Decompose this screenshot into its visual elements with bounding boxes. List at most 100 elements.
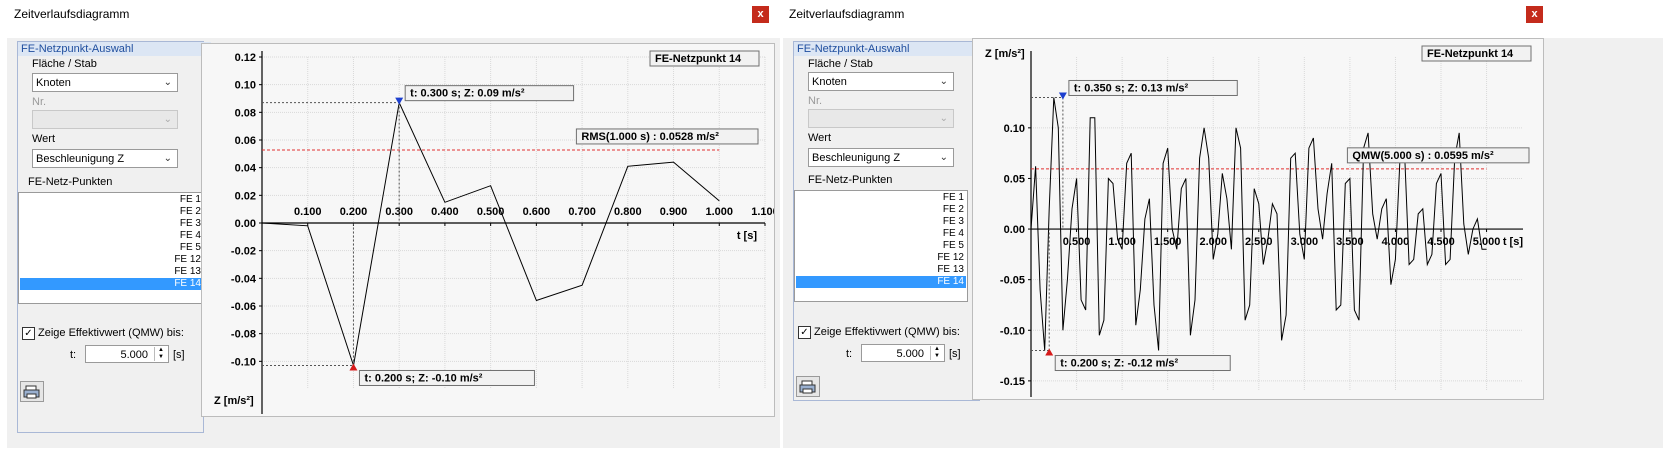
flaeche-value: Knoten (36, 77, 71, 89)
chart-title: FE-Netzpunkt 14 (1427, 48, 1514, 60)
y-tick-label: -0.10 (231, 356, 256, 368)
t-spinner[interactable]: 5.000 ▲ ▼ (85, 345, 169, 363)
list-item[interactable]: FE 12 (174, 254, 201, 266)
list-item[interactable]: FE 2 (943, 204, 964, 216)
selection-panel: FE-Netzpunkt-Auswahl Fläche / Stab Knote… (793, 41, 980, 401)
max-marker (395, 97, 404, 105)
y-tick-label: 0.06 (235, 135, 256, 147)
t-label: t: (70, 349, 77, 361)
effektivwert-checkbox[interactable]: ✓ (798, 326, 811, 339)
wert-label: Wert (32, 133, 56, 145)
t-spinner[interactable]: 5.000 ▲ ▼ (861, 344, 945, 362)
reference-line-label: RMS(1.000 s) : 0.0528 m/s² (581, 131, 719, 143)
t-unit: [s] (949, 348, 961, 360)
printer-icon (23, 385, 40, 399)
list-item[interactable]: FE 13 (174, 266, 201, 278)
wert-select[interactable]: Beschleunigung Z ⌄ (32, 149, 178, 168)
x-tick-label: 5.000 (1473, 236, 1501, 248)
fe-point-list[interactable]: FE 1 FE 2 FE 3 FE 4 FE 5 FE 12 FE 13 FE … (794, 190, 968, 302)
print-button[interactable] (796, 376, 820, 397)
list-item[interactable]: FE 2 (180, 206, 201, 218)
window-1: Zeitverlaufsdiagramm x FE-Netzpunkt-Ausw… (0, 0, 827, 456)
nr-select: ⌄ (808, 109, 954, 128)
y-tick-label: 0.00 (235, 218, 256, 230)
list-item[interactable]: FE 1 (180, 194, 201, 206)
printer-icon (799, 380, 816, 394)
list-item[interactable]: FE 3 (943, 216, 964, 228)
t-value: 5.000 (896, 348, 924, 360)
x-tick-label: 3.000 (1291, 236, 1319, 248)
time-history-chart[interactable]: 0.100.050.00-0.05-0.10-0.150.500 1.000 1.5… (973, 39, 1543, 399)
list-item[interactable]: FE 5 (180, 242, 201, 254)
y-tick-label: -0.06 (231, 301, 256, 313)
chart-area[interactable]: 0.12 0.10 0.08 0.06 0.04 0.02 0.00 -0.02 -0.04 -0… (201, 43, 779, 417)
spin-buttons[interactable]: ▲ ▼ (154, 347, 167, 361)
max-marker-label: t: 0.300 s; Z: 0.09 m/s² (410, 88, 525, 100)
x-tick-label: 0.200 (340, 206, 368, 218)
chevron-down-icon: ⌄ (939, 76, 948, 87)
chart-area[interactable]: 0.10 0.05 0.00 -0.05 -0.10 -0.15 0.500 1.000 1.5… (972, 38, 1544, 400)
chevron-down-icon: ⌄ (939, 113, 948, 124)
list-item[interactable]: FE 4 (180, 230, 201, 242)
y-tick-label: 0.10 (235, 80, 256, 92)
window-body: FE-Netzpunkt-Auswahl Fläche / Stab Knote… (7, 38, 827, 448)
y-tick-label: 0.04 (235, 163, 257, 175)
list-item-selected[interactable]: FE 14 (174, 278, 201, 290)
close-button[interactable]: x (1526, 6, 1543, 23)
min-marker-label: t: 0.200 s; Z: -0.10 m/s² (364, 372, 482, 384)
list-item[interactable]: FE 3 (180, 218, 201, 230)
fe-point-list[interactable]: FE 1 FE 2 FE 3 FE 4 FE 5 FE 12 FE 13 FE … (18, 192, 205, 304)
x-axis-title: t [s] (737, 230, 758, 242)
min-marker (349, 363, 358, 371)
y-tick-label: -0.05 (1000, 275, 1025, 287)
x-tick-label: 0.600 (523, 206, 551, 218)
wert-label: Wert (808, 132, 832, 144)
list-item[interactable]: FE 13 (937, 264, 964, 276)
x-tick-label: 1.000 (706, 206, 734, 218)
spin-buttons[interactable]: ▲ ▼ (930, 346, 943, 360)
window-title: Zeitverlaufsdiagramm (14, 7, 130, 21)
x-tick-label: 2.000 (1199, 236, 1227, 248)
y-tick-label: -0.04 (231, 273, 257, 285)
flaeche-value: Knoten (812, 76, 847, 88)
list-label: FE-Netz-Punkten (808, 174, 893, 186)
x-tick-label: 0.500 (1063, 236, 1091, 248)
wert-select[interactable]: Beschleunigung Z ⌄ (808, 148, 954, 167)
close-button[interactable]: x (752, 6, 769, 23)
print-button[interactable] (20, 381, 44, 402)
t-value: 5.000 (120, 349, 148, 361)
list-item[interactable]: FE 5 (943, 240, 964, 252)
y-tick-label: -0.02 (231, 246, 256, 258)
chevron-down-icon: ⌄ (163, 77, 172, 88)
x-tick-label: 4.000 (1382, 236, 1410, 248)
list-item-selected[interactable]: FE 14 (937, 276, 964, 288)
list-item[interactable]: FE 1 (943, 192, 964, 204)
wert-value: Beschleunigung Z (812, 152, 901, 164)
flaeche-select[interactable]: Knoten ⌄ (808, 72, 954, 91)
nr-label: Nr. (32, 96, 47, 108)
y-tick-label: -0.10 (1000, 325, 1025, 337)
window-body: FE-Netzpunkt-Auswahl Fläche / Stab Knote… (783, 38, 1663, 448)
y-tick-label: 0.10 (1004, 123, 1025, 135)
x-axis-title: t [s] (1503, 236, 1524, 248)
effektivwert-checkbox[interactable]: ✓ (22, 327, 35, 340)
list-item[interactable]: FE 12 (937, 252, 964, 264)
chevron-down-icon: ⌄ (163, 114, 172, 125)
window-title: Zeitverlaufsdiagramm (789, 7, 905, 21)
y-tick-label: 0.02 (235, 190, 256, 202)
t-label: t: (846, 348, 853, 360)
t-unit: [s] (173, 349, 185, 361)
wert-value: Beschleunigung Z (36, 153, 125, 165)
panel-header: FE-Netzpunkt-Auswahl (18, 42, 211, 56)
y-tick-label: 0.08 (235, 107, 256, 119)
flaeche-select[interactable]: Knoten ⌄ (32, 73, 178, 92)
y-axis-title: Z [m/s²] (985, 48, 1025, 60)
time-history-chart[interactable]: 0.12 0.10 0.08 0.06 0.04 0.02 0.00 -0.02 -0.04 -0… (202, 44, 779, 416)
nr-label: Nr. (808, 95, 823, 107)
list-item[interactable]: FE 4 (943, 228, 964, 240)
max-marker-label: t: 0.350 s; Z: 0.13 m/s² (1074, 82, 1189, 94)
x-tick-label: 0.100 (294, 206, 322, 218)
nr-select: ⌄ (32, 110, 178, 129)
y-tick-label: -0.15 (1000, 376, 1025, 388)
checkbox-label: Zeige Effektivwert (QMW) bis: (814, 326, 960, 338)
